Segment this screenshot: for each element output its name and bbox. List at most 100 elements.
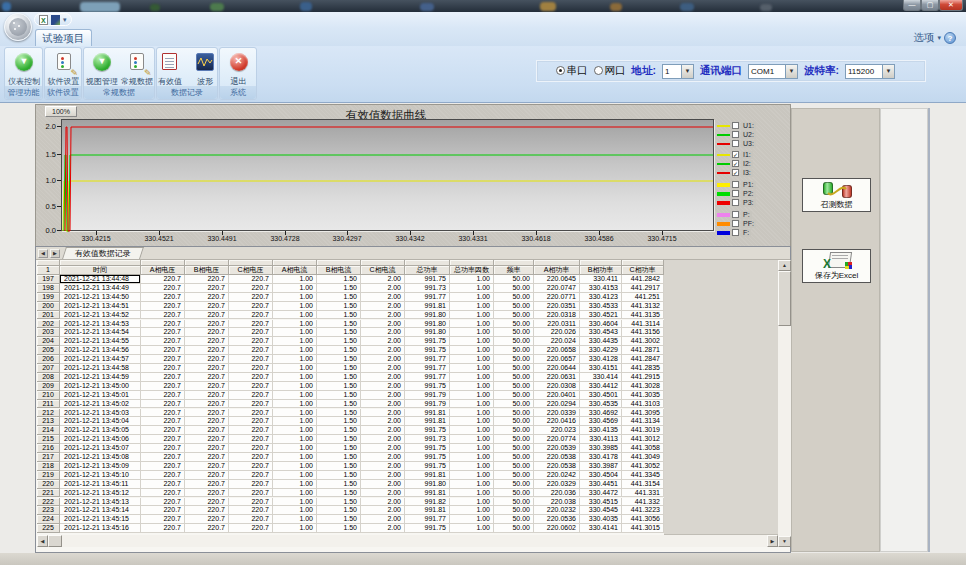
grid-cell[interactable]: 330.4504 xyxy=(580,471,622,480)
grid-cell[interactable]: 50.00 xyxy=(494,391,534,400)
grid-cell[interactable]: 330.4178 xyxy=(580,453,622,462)
grid-cell[interactable]: 50.00 xyxy=(494,524,534,533)
grid-cell[interactable]: 220.7 xyxy=(229,391,273,400)
grid-cell[interactable]: 441.332 xyxy=(622,498,664,507)
help-icon[interactable]: ? xyxy=(944,32,956,44)
grid-cell[interactable]: 2.00 xyxy=(361,498,405,507)
grid-cell[interactable]: 220.7 xyxy=(141,480,185,489)
grid-cell[interactable]: 1.00 xyxy=(450,355,494,364)
grid-cell[interactable]: 220.7 xyxy=(229,364,273,373)
grid-cell[interactable]: 220.0401 xyxy=(534,391,580,400)
grid-cell[interactable]: 441.3058 xyxy=(622,444,664,453)
grid-cell[interactable]: 2021-12-21 13:45:08 xyxy=(60,453,141,462)
grid-cell[interactable]: 220.0536 xyxy=(534,515,580,524)
grid-cell[interactable]: 220.7 xyxy=(229,293,273,302)
excel-icon[interactable]: X xyxy=(39,15,48,25)
ribbon-button-仪表控制[interactable]: ▼仪表控制 xyxy=(7,50,41,88)
grid-cell[interactable]: 220.7 xyxy=(141,355,185,364)
grid-cell[interactable]: 1.50 xyxy=(317,346,361,355)
grid-cell[interactable]: 220.7 xyxy=(185,328,229,337)
grid-cell[interactable]: 441.3012 xyxy=(622,435,664,444)
grid-cell[interactable]: 330.4123 xyxy=(580,293,622,302)
grid-cell[interactable]: 50.00 xyxy=(494,364,534,373)
grid-cell[interactable]: 220.7 xyxy=(229,284,273,293)
grid-cell[interactable]: 1.50 xyxy=(317,311,361,320)
tab-test-project[interactable]: 试验项目 xyxy=(35,29,92,46)
grid-cell[interactable]: 1.00 xyxy=(450,471,494,480)
grid-cell[interactable]: 330.4569 xyxy=(580,417,622,426)
grid-cell[interactable]: 220.7 xyxy=(141,453,185,462)
grid-cell[interactable]: 1.50 xyxy=(317,337,361,346)
grid-cell[interactable]: 220.7 xyxy=(229,400,273,409)
grid-cell[interactable]: 220.7 xyxy=(185,373,229,382)
grid-cell[interactable]: 220.7 xyxy=(229,417,273,426)
horizontal-scrollbar[interactable] xyxy=(37,535,778,547)
grid-cell[interactable]: 220.7 xyxy=(229,444,273,453)
grid-cell[interactable]: 50.00 xyxy=(494,489,534,498)
grid-cell[interactable]: 50.00 xyxy=(494,400,534,409)
grid-cell[interactable]: 220.7 xyxy=(141,275,185,284)
grid-cell[interactable]: 441.3132 xyxy=(622,302,664,311)
grid-cell[interactable]: 441.3002 xyxy=(622,337,664,346)
grid-cell[interactable]: 330.4451 xyxy=(580,480,622,489)
grid-cell[interactable]: 220.7 xyxy=(141,426,185,435)
grid-cell[interactable]: 1.00 xyxy=(273,328,317,337)
grid-cell[interactable]: 2.00 xyxy=(361,311,405,320)
grid-cell[interactable]: 1.00 xyxy=(273,453,317,462)
grid-cell[interactable]: 2021-12-21 13:44:52 xyxy=(60,311,141,320)
grid-cell[interactable]: 991.81 xyxy=(405,302,450,311)
grid-cell[interactable]: 220.7 xyxy=(141,320,185,329)
grid-cell[interactable]: 220.7 xyxy=(229,498,273,507)
grid-cell[interactable]: 220.7 xyxy=(229,320,273,329)
grid-cell[interactable]: 220.0747 xyxy=(534,284,580,293)
grid-cell[interactable]: 2021-12-21 13:45:14 xyxy=(60,506,141,515)
grid-cell[interactable]: 1.00 xyxy=(450,506,494,515)
grid-cell[interactable]: 2021-12-21 13:44:54 xyxy=(60,328,141,337)
grid-cell[interactable]: 991.75 xyxy=(405,426,450,435)
grid-cell[interactable]: 220.7 xyxy=(185,337,229,346)
legend-checkbox[interactable]: ✓ xyxy=(732,151,739,158)
grid-cell[interactable]: 220.7 xyxy=(141,435,185,444)
grid-cell[interactable]: 441.3056 xyxy=(622,515,664,524)
grid-cell[interactable]: 1.00 xyxy=(273,311,317,320)
grid-cell[interactable]: 220.0602 xyxy=(534,524,580,533)
grid-cell[interactable]: 220.7 xyxy=(185,311,229,320)
grid-cell[interactable]: 991.75 xyxy=(405,444,450,453)
grid-cell[interactable]: 991.80 xyxy=(405,480,450,489)
ribbon-button-退出[interactable]: ✕退出 xyxy=(222,50,256,88)
grid-cell[interactable]: 50.00 xyxy=(494,311,534,320)
grid-cell[interactable]: 441.3103 xyxy=(622,400,664,409)
grid-cell[interactable]: 2.00 xyxy=(361,506,405,515)
grid-cell[interactable]: 330.4501 xyxy=(580,391,622,400)
grid-cell[interactable]: 220.0232 xyxy=(534,506,580,515)
grid-cell[interactable]: 50.00 xyxy=(494,453,534,462)
grid-cell[interactable]: 330.4141 xyxy=(580,524,622,533)
fetch-data-button[interactable]: 召测数据 xyxy=(802,178,871,212)
grid-cell[interactable]: 330.4604 xyxy=(580,320,622,329)
grid-cell[interactable]: 1.00 xyxy=(450,328,494,337)
grid-cell[interactable]: 220.7 xyxy=(185,462,229,471)
grid-cell[interactable]: 2.00 xyxy=(361,409,405,418)
grid-cell[interactable]: 220.7 xyxy=(185,498,229,507)
grid-cell[interactable]: 2.00 xyxy=(361,293,405,302)
grid-cell[interactable]: 1.50 xyxy=(317,444,361,453)
grid-cell[interactable]: 2021-12-21 13:44:58 xyxy=(60,364,141,373)
grid-cell[interactable]: 50.00 xyxy=(494,284,534,293)
grid-cell[interactable]: 220.7 xyxy=(229,382,273,391)
grid-cell[interactable]: 2.00 xyxy=(361,275,405,284)
grid-cell[interactable]: 441.3035 xyxy=(622,391,664,400)
grid-cell[interactable]: 991.81 xyxy=(405,471,450,480)
grid-cell[interactable]: 2021-12-21 13:45:05 xyxy=(60,426,141,435)
grid-cell[interactable]: 220.0351 xyxy=(534,302,580,311)
grid-cell[interactable]: 220.7 xyxy=(229,426,273,435)
ribbon-button-波形[interactable]: 波形 xyxy=(188,50,222,88)
grid-cell[interactable]: 220.7 xyxy=(141,373,185,382)
grid-cell[interactable]: 2.00 xyxy=(361,337,405,346)
grid-cell[interactable]: 220.7 xyxy=(229,337,273,346)
grid-cell[interactable]: 220.0311 xyxy=(534,320,580,329)
tab-scroll-right-icon[interactable]: ▶ xyxy=(50,249,60,258)
grid-cell[interactable]: 1.50 xyxy=(317,373,361,382)
grid-cell[interactable]: 330.414 xyxy=(580,373,622,382)
grid-cell[interactable]: 330.4035 xyxy=(580,515,622,524)
grid-cell[interactable]: 220.7 xyxy=(141,444,185,453)
